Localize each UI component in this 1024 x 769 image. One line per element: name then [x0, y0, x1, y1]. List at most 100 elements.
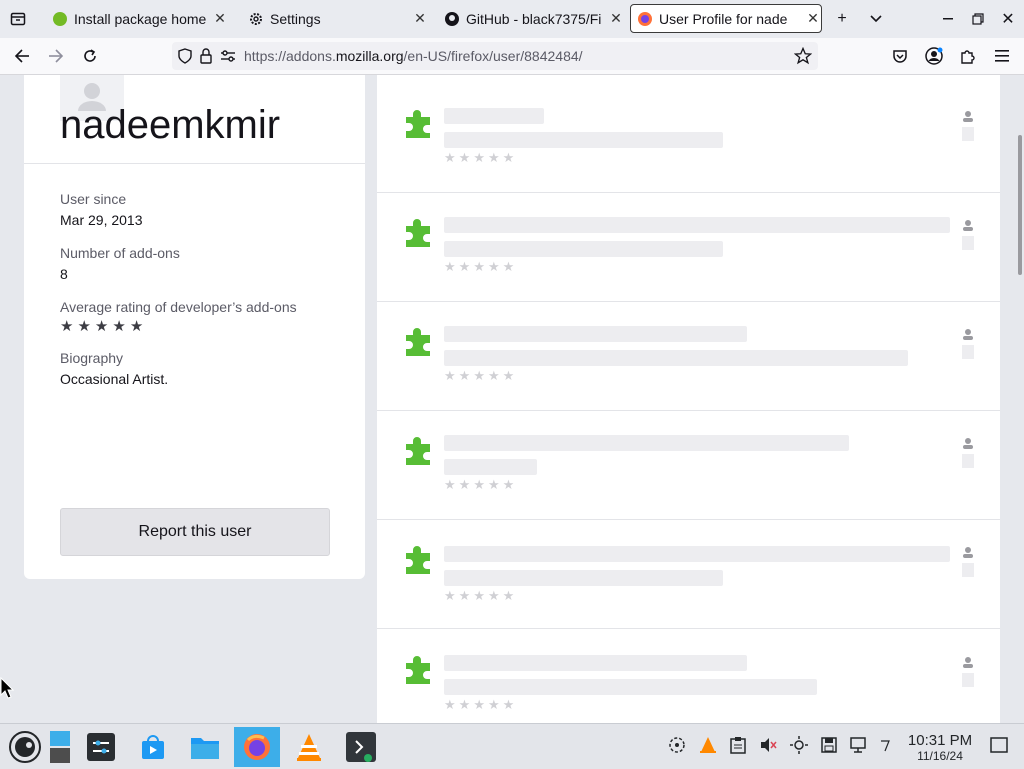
firefox-icon — [637, 11, 653, 27]
addon-name-placeholder — [444, 546, 950, 562]
star-icon: ★ — [60, 318, 74, 335]
addon-summary-placeholder — [444, 241, 723, 257]
addon-name-placeholder — [444, 655, 747, 671]
puzzle-piece-icon — [406, 328, 430, 356]
addon-card-placeholder[interactable]: ★ ★ ★ ★ ★ — [377, 411, 1000, 520]
opensuse-icon — [52, 11, 68, 27]
addon-card-placeholder[interactable]: ★ ★ ★ ★ ★ — [377, 630, 1000, 723]
system-taskbar: 10:31 PM 11/16/24 — [0, 723, 1024, 769]
bookmark-star-icon[interactable] — [793, 46, 813, 68]
close-tab-icon[interactable]: ✕ — [212, 10, 228, 27]
extensions-icon[interactable] — [958, 46, 978, 66]
addons-count-label: Number of add-ons — [60, 245, 180, 261]
puzzle-piece-icon — [406, 437, 430, 465]
tab-label: Install package home — [74, 10, 207, 27]
close-tab-icon[interactable]: ✕ — [805, 10, 821, 27]
tab-label: User Profile for nade — [659, 10, 788, 27]
pocket-icon[interactable] — [890, 46, 910, 66]
file-manager-icon[interactable] — [182, 727, 228, 767]
clipboard-icon[interactable] — [729, 736, 747, 754]
puzzle-piece-icon — [406, 546, 430, 574]
show-desktop-icon[interactable] — [990, 736, 1008, 754]
permissions-icon[interactable] — [220, 49, 236, 66]
minimize-window-icon[interactable] — [938, 9, 958, 29]
clock-date[interactable]: 11/16/24 — [898, 749, 982, 763]
tab-label: GitHub - black7375/Fi — [466, 10, 602, 27]
page-scrollbar[interactable] — [1016, 75, 1024, 723]
tray-expand-arrow-icon[interactable] — [876, 736, 894, 754]
user-count-icon — [962, 657, 974, 687]
star-icon: ★ — [94, 318, 109, 335]
tab-user-profile[interactable]: User Profile for nade ✕ — [630, 4, 822, 33]
navigation-toolbar: https://addons.mozilla.org/en-US/firefox… — [0, 38, 1024, 75]
firefox-view-icon[interactable] — [8, 9, 28, 29]
new-tab-icon[interactable]: + — [832, 9, 852, 29]
lock-icon[interactable] — [200, 48, 212, 67]
restore-window-icon[interactable] — [968, 9, 988, 29]
github-icon — [444, 11, 460, 27]
tab-settings[interactable]: Settings ✕ — [242, 4, 428, 33]
volume-muted-icon[interactable] — [759, 736, 777, 754]
puzzle-piece-icon — [406, 110, 430, 138]
firefox-taskbar-icon[interactable] — [234, 727, 280, 767]
back-arrow-icon[interactable] — [12, 46, 32, 66]
mouse-cursor-icon — [0, 677, 14, 699]
user-count-icon — [962, 111, 974, 141]
user-count-icon — [962, 438, 974, 468]
addon-rating-stars: ★ ★ ★ ★ ★ — [444, 259, 515, 274]
url-bar[interactable]: https://addons.mozilla.org/en-US/firefox… — [172, 42, 818, 70]
vlc-tray-icon[interactable] — [699, 736, 717, 754]
reload-icon[interactable] — [80, 46, 100, 66]
addon-summary-placeholder — [444, 570, 723, 586]
puzzle-piece-icon — [406, 219, 430, 247]
addon-name-placeholder — [444, 108, 544, 124]
average-rating-label: Average rating of developer’s add-ons — [60, 299, 297, 315]
average-rating-stars: ★ ★ ★ ★ ★ — [60, 317, 143, 335]
vlc-icon[interactable] — [286, 727, 332, 767]
user-count-icon — [962, 547, 974, 577]
scrollbar-thumb[interactable] — [1018, 135, 1022, 275]
disk-icon[interactable] — [820, 736, 838, 754]
tab-install-package[interactable]: Install package home ✕ — [46, 4, 228, 33]
terminal-icon[interactable] — [338, 727, 384, 767]
close-tab-icon[interactable]: ✕ — [608, 10, 624, 27]
addons-list: ★★★★★ ★★★★★ ★★★★★ ★★★★★ — [377, 75, 1000, 723]
url-text: https://addons.mozilla.org/en-US/firefox… — [244, 48, 583, 64]
tab-github[interactable]: GitHub - black7375/Fi ✕ — [438, 4, 624, 33]
hamburger-menu-icon[interactable] — [992, 46, 1012, 66]
addon-summary-placeholder — [444, 132, 723, 148]
list-all-tabs-icon[interactable] — [866, 9, 886, 29]
addon-name-placeholder — [444, 435, 849, 451]
close-tab-icon[interactable]: ✕ — [412, 10, 428, 27]
biography-value: Occasional Artist. — [60, 371, 169, 387]
addon-card-placeholder[interactable]: ★ ★ ★ ★ ★ — [377, 193, 1000, 302]
tracking-shield-icon[interactable] — [178, 48, 192, 67]
addon-summary-placeholder — [444, 459, 537, 475]
account-icon[interactable] — [924, 46, 944, 66]
addon-card-placeholder[interactable]: ★ ★ ★ ★ ★ — [377, 84, 1000, 193]
network-wired-icon[interactable] — [850, 736, 868, 754]
system-settings-icon[interactable] — [78, 727, 124, 767]
addon-summary-placeholder — [444, 350, 908, 366]
addon-card-placeholder[interactable]: ★ ★ ★ ★ ★ — [377, 520, 1000, 629]
application-launcher-icon[interactable] — [2, 727, 48, 767]
addon-rating-stars: ★ ★ ★ ★ ★ — [444, 477, 515, 492]
biography-label: Biography — [60, 350, 124, 366]
report-user-button[interactable]: Report this user — [60, 508, 330, 556]
addon-name-placeholder — [444, 217, 950, 233]
forward-arrow-icon[interactable] — [46, 46, 66, 66]
clock-time[interactable]: 10:31 PM — [898, 732, 982, 749]
close-window-icon[interactable]: ✕ — [998, 9, 1018, 29]
user-since-label: User since — [60, 191, 127, 207]
addon-card-placeholder[interactable]: ★ ★ ★ ★ ★ — [377, 302, 1000, 411]
star-icon: ★ — [112, 318, 126, 335]
desktop-pager-icon[interactable] — [46, 727, 74, 767]
star-icon: ★ — [77, 318, 91, 335]
kde-connect-icon[interactable] — [668, 736, 686, 754]
discover-store-icon[interactable] — [130, 727, 176, 767]
addon-rating-stars: ★ ★ ★ ★ ★ — [444, 150, 515, 165]
star-icon: ★ — [129, 318, 144, 335]
brightness-icon[interactable] — [790, 736, 808, 754]
user-count-icon — [962, 220, 974, 250]
tab-strip: Install package home ✕ Settings ✕ GitHub… — [0, 0, 1024, 38]
